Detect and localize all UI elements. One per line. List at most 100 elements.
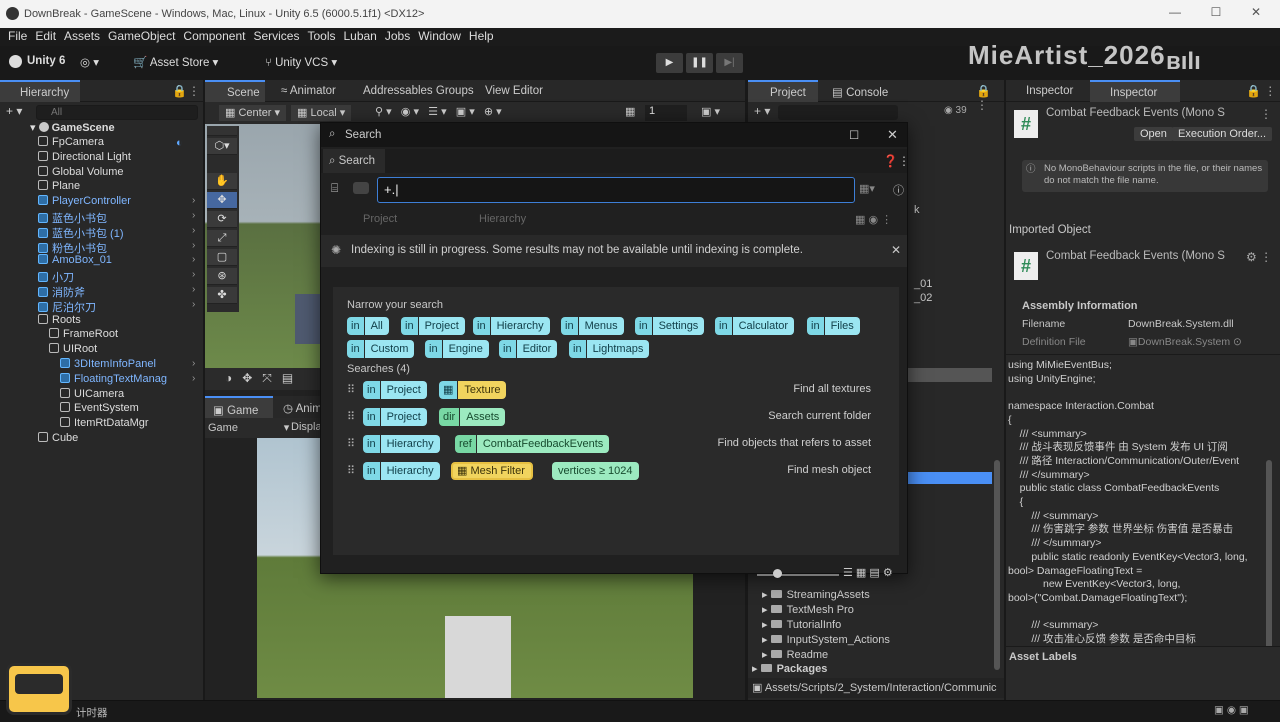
hierarchy-item[interactable]: Roots xyxy=(38,313,81,329)
filter-chip[interactable]: in Settings xyxy=(635,317,705,335)
grid-size-field[interactable]: 1 xyxy=(645,105,687,121)
prefab-arrow-icon[interactable]: › xyxy=(192,358,197,369)
project-folder-item[interactable]: ▸ Readme xyxy=(762,648,828,661)
provider-settings-icons[interactable]: ▦ ◉ ⋮ xyxy=(855,213,892,226)
prefab-arrow-icon[interactable]: › xyxy=(192,284,197,295)
hierarchy-item[interactable]: Plane xyxy=(38,180,80,195)
pause-button[interactable]: ❚❚ xyxy=(686,53,713,73)
overlay-tools-icons[interactable]: ◑ ✥ ⤧ ▤ xyxy=(225,371,293,386)
drag-handle-icon[interactable]: ⠿ xyxy=(347,464,355,477)
tab-hierarchy[interactable]: Hierarchy xyxy=(0,80,80,102)
filter-chip[interactable]: in Project xyxy=(363,381,427,399)
status-icons[interactable]: ▣ ◉ ▣ xyxy=(1214,704,1249,716)
hierarchy-item[interactable]: UIRoot xyxy=(49,343,97,358)
search-tab[interactable]: ⌕ Search xyxy=(323,149,385,173)
filter-chip[interactable]: in Hierarchy xyxy=(363,462,440,480)
pivot-center-dropdown[interactable]: ▦ Center ▾ xyxy=(219,105,287,121)
zoom-slider-handle[interactable] xyxy=(773,569,782,578)
tab-addressables[interactable]: Addressables Groups xyxy=(355,80,482,102)
filter-chip[interactable]: in Calculator xyxy=(715,317,795,335)
filter-chip[interactable]: in Lightmaps xyxy=(569,340,650,358)
menu-item[interactable]: Edit xyxy=(35,29,56,43)
tab-inspector-2[interactable]: Inspector xyxy=(1090,80,1180,102)
tab-game[interactable]: ▣ Game xyxy=(205,396,273,418)
filter-chip[interactable]: in Hierarchy xyxy=(473,317,550,335)
prefab-arrow-icon[interactable]: › xyxy=(192,195,197,206)
rect-tool-icon[interactable]: ▢ xyxy=(207,249,237,266)
open-button[interactable]: Open xyxy=(1134,127,1173,141)
hierarchy-item[interactable]: 小刀 xyxy=(38,269,74,284)
hierarchy-item[interactable]: Directional Light xyxy=(38,150,131,166)
imported-settings-icon[interactable]: ⚙ ⋮ xyxy=(1246,250,1272,264)
project-scrollbar[interactable] xyxy=(994,460,1000,670)
scale-tool-icon[interactable]: ⤢ xyxy=(207,230,237,247)
project-folder-item[interactable]: ▸ TextMesh Pro xyxy=(762,603,854,616)
filter-chip[interactable]: in Engine xyxy=(425,340,489,358)
prefab-arrow-icon[interactable]: › xyxy=(192,254,197,265)
filter-chip[interactable]: ref CombatFeedbackEvents xyxy=(455,435,610,453)
view-mode-icons[interactable]: ☰ ▦ ▤ ⚙ xyxy=(843,566,893,579)
display-label[interactable]: Displa xyxy=(291,421,322,433)
dismiss-notice-icon[interactable]: ✕ xyxy=(891,243,901,257)
hierarchy-item[interactable]: 消防斧 xyxy=(38,284,85,299)
hierarchy-item[interactable]: FrameRoot xyxy=(49,328,118,343)
prefab-arrow-icon[interactable]: › xyxy=(192,269,197,280)
hand-tool-icon[interactable]: ✋ xyxy=(207,173,237,190)
search-help-icon[interactable]: ❓⋮ xyxy=(883,154,910,168)
play-button[interactable]: ▶ xyxy=(656,53,683,73)
hierarchy-item[interactable]: Cube xyxy=(38,432,78,447)
project-folder-item[interactable]: ▸ TutorialInfo xyxy=(762,618,841,631)
menu-item[interactable]: Tools xyxy=(307,29,335,43)
filter-chip[interactable]: in Custom xyxy=(347,340,415,358)
search-info-icon[interactable]: ⓘ xyxy=(893,182,904,198)
drag-handle-icon[interactable]: ⠿ xyxy=(347,383,355,396)
tab-console[interactable]: ▤ Console xyxy=(824,80,896,102)
step-button[interactable]: ▶| xyxy=(716,53,743,73)
more-menu-icon[interactable]: ⋮ xyxy=(188,84,200,98)
menu-item[interactable]: Component xyxy=(183,29,245,43)
hierarchy-item[interactable]: FloatingTextManag xyxy=(60,372,167,388)
rotate-tool-icon[interactable]: ⟳ xyxy=(207,211,237,228)
grid-icon[interactable]: ▦ xyxy=(625,105,635,118)
menu-item[interactable]: GameObject xyxy=(108,29,175,43)
lock-icon[interactable]: 🔒 xyxy=(172,84,187,98)
prefab-arrow-icon[interactable]: › xyxy=(192,240,197,251)
provider-project[interactable]: Project xyxy=(363,213,397,225)
provider-hierarchy[interactable]: Hierarchy xyxy=(479,213,526,225)
menu-item[interactable]: Window xyxy=(418,29,461,43)
saved-search-icon[interactable]: ⌸ xyxy=(331,181,338,196)
snap-icon[interactable]: ▣ ▾ xyxy=(701,105,720,118)
transform-tool-icon[interactable]: ⊛ xyxy=(207,268,237,285)
hierarchy-item[interactable]: FpCamera xyxy=(38,136,104,151)
search-mode-icon[interactable] xyxy=(353,182,369,194)
vcs-button[interactable]: ⑂ Unity VCS ▾ xyxy=(265,55,337,69)
search-options-icon[interactable]: ▦▾ xyxy=(859,182,875,195)
filter-chip[interactable]: in All xyxy=(347,317,389,335)
execution-order-button[interactable]: Execution Order... xyxy=(1172,127,1273,141)
hierarchy-item[interactable]: UICamera xyxy=(60,387,124,403)
menu-item[interactable]: Luban xyxy=(343,29,376,43)
filter-chip[interactable]: in Files xyxy=(807,317,860,335)
prefab-arrow-icon[interactable]: › xyxy=(192,210,197,221)
search-query-input[interactable]: +.| xyxy=(377,177,855,203)
tab-view-editor[interactable]: View Editor xyxy=(477,80,551,102)
project-selected-item[interactable] xyxy=(908,472,992,484)
project-folder-item[interactable]: ▸ StreamingAssets xyxy=(762,588,870,601)
maximize-icon[interactable]: ☐ xyxy=(1201,5,1231,23)
custom-tool-icon[interactable]: ✤ xyxy=(207,287,237,304)
zoom-slider[interactable] xyxy=(757,574,839,576)
add-object-button[interactable]: + ▾ xyxy=(6,104,22,118)
menu-item[interactable]: Jobs xyxy=(385,29,410,43)
hierarchy-item[interactable]: 蓝色小书包 (1) xyxy=(38,225,124,240)
prefab-arrow-icon[interactable]: › xyxy=(192,299,197,310)
account-dropdown[interactable]: ◎ ▾ xyxy=(80,55,99,69)
prefab-arrow-icon[interactable]: › xyxy=(192,225,197,236)
hierarchy-item[interactable]: ItemRtDataMgr xyxy=(60,417,149,432)
menu-item[interactable]: Services xyxy=(253,29,299,43)
hierarchy-item[interactable]: PlayerController xyxy=(38,195,131,210)
unity-version-label[interactable]: Unity 6 xyxy=(27,55,65,67)
minimize-icon[interactable]: — xyxy=(1160,5,1190,23)
close-window-icon[interactable]: ✕ xyxy=(1241,5,1271,23)
view-options-icon[interactable]: ⬡▾ xyxy=(207,138,237,155)
hierarchy-item[interactable]: Global Volume xyxy=(38,165,124,181)
